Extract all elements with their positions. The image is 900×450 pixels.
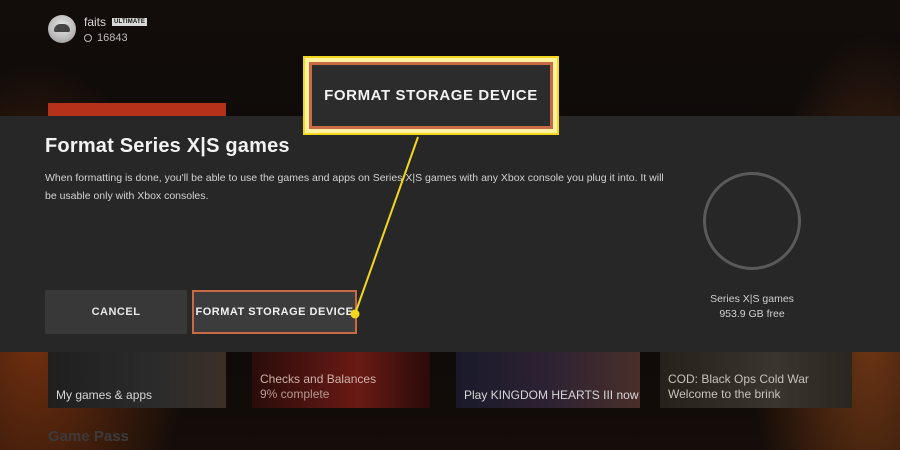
tile-my-games-apps[interactable]: My games & apps: [48, 352, 226, 408]
home-tiles-row: My games & apps Checks and Balances 9% c…: [48, 352, 852, 408]
tile-cod-black-ops[interactable]: COD: Black Ops Cold War Welcome to the b…: [660, 352, 852, 408]
format-storage-device-button[interactable]: FORMAT STORAGE DEVICE: [192, 290, 357, 334]
tile-label: My games & apps: [56, 388, 153, 402]
gamertag: faits: [84, 14, 107, 29]
tile-kingdom-hearts[interactable]: Play KINGDOM HEARTS III now: [456, 352, 640, 408]
profile-text: faits ULTIMATE 16843: [84, 14, 148, 44]
tile-label: COD: Black Ops Cold War: [668, 372, 809, 386]
dialog-body: When formatting is done, you'll be able …: [45, 172, 664, 202]
gamerscore-row: 16843: [84, 32, 147, 44]
ultimate-badge: ULTIMATE: [112, 17, 148, 26]
tile-sublabel: 9% complete: [260, 387, 330, 401]
avatar[interactable]: [48, 15, 76, 43]
profile-header[interactable]: faits ULTIMATE 16843: [48, 12, 148, 46]
callout-format-button: FORMAT STORAGE DEVICE: [309, 62, 553, 129]
format-dialog: Format Series X|S games When formatting …: [0, 116, 900, 352]
tile-checks-and-balances[interactable]: Checks and Balances 9% complete: [252, 352, 430, 408]
tile-label: Checks and Balances: [260, 372, 377, 386]
callout-highlight: FORMAT STORAGE DEVICE: [303, 56, 559, 135]
gamerscore: 16843: [97, 31, 128, 44]
gamerscore-icon: [84, 33, 92, 42]
storage-device-name: Series X|S games: [710, 293, 794, 305]
tile-sublabel: Welcome to the brink: [668, 387, 781, 401]
gamertag-row: faits ULTIMATE: [84, 14, 148, 29]
dialog-title: Format Series X|S games: [45, 135, 290, 157]
section-title-game-pass: Game Pass: [48, 428, 129, 445]
storage-ring-icon: [703, 172, 801, 270]
storage-free-space: 953.9 GB free: [719, 308, 785, 320]
tile-label: Play KINGDOM HEARTS III now: [464, 388, 639, 402]
cancel-button[interactable]: CANCEL: [45, 290, 187, 334]
